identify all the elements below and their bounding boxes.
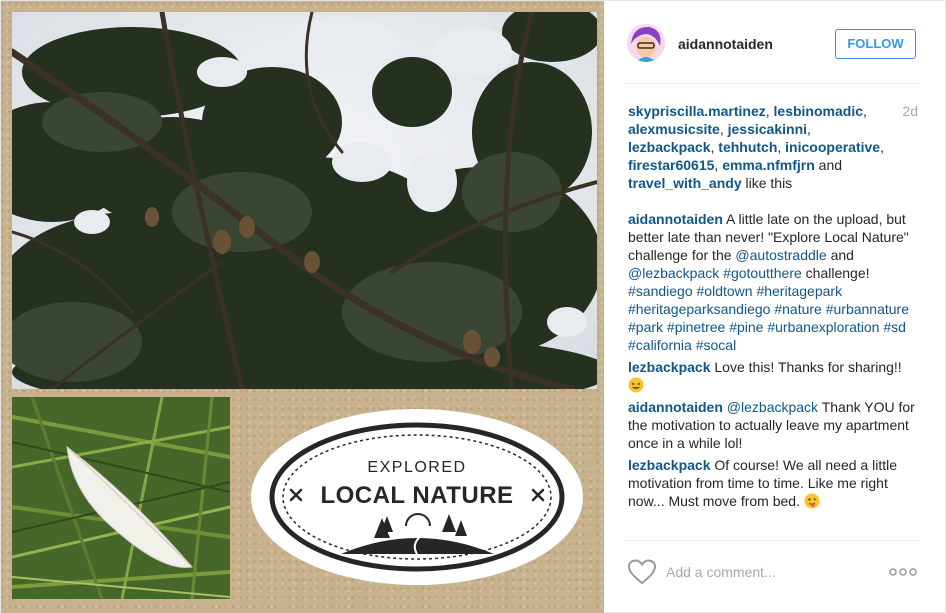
hashtag-link[interactable]: #sd [883,319,906,335]
post-age[interactable]: 2d [902,102,918,120]
separator: , [880,139,884,155]
badge-line2: LOCAL NATURE [320,482,513,509]
avatar[interactable] [627,24,665,62]
separator: , [765,103,774,119]
likes-summary: skypriscilla.martinez, lesbinomadic, ale… [628,102,918,192]
comment-text: and [826,247,854,263]
hashtag-link[interactable]: #socal [696,337,736,353]
silly-face-emoji [804,493,820,509]
hashtag-link[interactable]: #pinetree [667,319,725,335]
hashtag-link[interactable]: #oldtown [697,283,753,299]
separator: , [807,121,811,137]
grass-with-feather-photo [12,397,230,599]
comment: aidannotaiden @lezbackpack Thank YOU for… [628,398,918,452]
comment: lezbackpack Love this! Thanks for sharin… [628,358,918,394]
mention-link[interactable]: @autostraddle [735,247,826,263]
pine-tree-photo [12,12,597,389]
more-options-icon[interactable] [888,563,918,581]
hashtag-link[interactable]: #heritageparksandiego [628,301,770,317]
liker-link[interactable]: lezbackpack [628,139,711,155]
separator: , [719,121,728,137]
hashtag-link[interactable]: #gotoutthere [723,265,802,281]
mention-link[interactable]: @lezbackpack [727,399,818,415]
hashtag-link[interactable]: #pine [729,319,763,335]
post-photo[interactable]: EXPLORED LOCAL NATURE [1,1,604,613]
hashtag-link[interactable]: #nature [774,301,821,317]
comment-list: aidannotaiden A little late on the uploa… [628,210,918,510]
and-word: and [814,157,843,173]
post-card: EXPLORED LOCAL NATURE aidannotaiden FOLL… [0,0,946,613]
comment-text: Love this! Thanks for sharing!! [710,359,902,375]
heart-icon[interactable] [627,559,657,585]
comment-input[interactable] [666,561,876,583]
hashtag-link[interactable]: #heritagepark [756,283,842,299]
hashtag-link[interactable]: #urbannature [826,301,909,317]
liker-link[interactable]: lesbinomadic [774,103,863,119]
liker-link[interactable]: travel_with_andy [628,175,742,191]
comment: lezbackpack Of course! We all need a lit… [628,456,918,510]
comment-author[interactable]: lezbackpack [628,359,711,375]
hashtag-link[interactable]: #urbanexploration [767,319,879,335]
comment-author[interactable]: aidannotaiden [628,399,723,415]
liker-link[interactable]: alexmusicsite [628,121,720,137]
post-sidebar: aidannotaiden FOLLOW skypriscilla.martin… [604,1,946,613]
post-text: skypriscilla.martinez, lesbinomadic, ale… [628,102,918,514]
liker-link[interactable]: inicooperative [785,139,880,155]
comment-text: challenge! [801,265,870,281]
post-footer [626,540,918,600]
comment-author[interactable]: aidannotaiden [628,211,723,227]
hashtag-link[interactable]: #sandiego [628,283,693,299]
badge-line1: EXPLORED [367,459,466,476]
liker-link[interactable]: emma.nfmfjrn [722,157,815,173]
liker-link[interactable]: jessicakinni [728,121,807,137]
separator: , [777,139,786,155]
hashtag-link[interactable]: #park [628,319,663,335]
username[interactable]: aidannotaiden [678,36,773,52]
comment-author[interactable]: lezbackpack [628,457,711,473]
comment: aidannotaiden A little late on the uploa… [628,210,918,354]
laughing-emoji [628,377,644,393]
liker-link[interactable]: skypriscilla.martinez [628,103,766,119]
hashtag-link[interactable]: #california [628,337,692,353]
follow-button[interactable]: FOLLOW [835,29,916,59]
likes-suffix: like this [741,175,793,191]
post-header: aidannotaiden FOLLOW [626,1,918,84]
liker-link[interactable]: tehhutch [718,139,777,155]
explored-local-nature-sticker: EXPLORED LOCAL NATURE [246,404,589,594]
separator: , [863,103,867,119]
mention-link[interactable]: @lezbackpack [628,265,719,281]
liker-link[interactable]: firestar60615 [628,157,714,173]
